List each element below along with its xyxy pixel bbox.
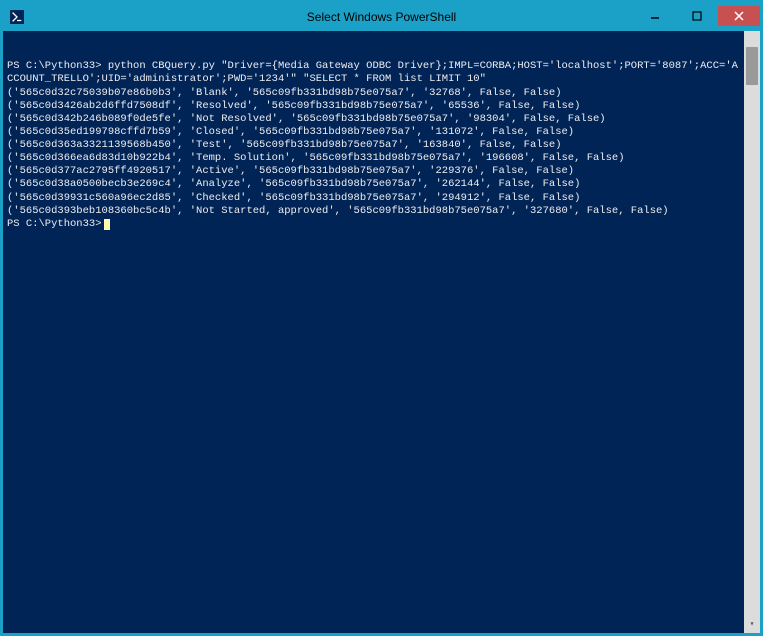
minimize-button[interactable] — [634, 6, 676, 26]
window-title: Select Windows PowerShell — [307, 10, 456, 24]
output-row: ('565c0d363a3321139568b450', 'Test', '56… — [7, 139, 562, 151]
close-button[interactable] — [718, 6, 760, 26]
output-row: ('565c0d342b246b089f0de5fe', 'Not Resolv… — [7, 113, 606, 125]
cursor-icon — [104, 219, 110, 230]
terminal-area[interactable]: PS C:\Python33> python CBQuery.py "Drive… — [3, 31, 760, 633]
command-line: python CBQuery.py "Driver={Media Gateway… — [7, 60, 738, 85]
prompt-path: PS C:\Python33> — [7, 60, 102, 72]
powershell-window: Select Windows PowerShell PS C:\Python33… — [0, 0, 763, 636]
output-row: ('565c0d32c75039b07e86b0b3', 'Blank', '5… — [7, 87, 562, 99]
output-row: ('565c0d35ed199798cffd7b59', 'Closed', '… — [7, 126, 574, 138]
output-row: ('565c0d393beb108360bc5c4b', 'Not Starte… — [7, 205, 669, 217]
scroll-thumb[interactable] — [746, 47, 758, 85]
output-row: ('565c0d377ac2795ff4920517', 'Active', '… — [7, 165, 574, 177]
titlebar[interactable]: Select Windows PowerShell — [3, 3, 760, 31]
output-row: ('565c0d39931c560a96ec2d85', 'Checked', … — [7, 192, 580, 204]
scroll-down-button[interactable]: ▾ — [744, 617, 760, 633]
window-controls — [634, 6, 760, 28]
maximize-button[interactable] — [676, 6, 718, 26]
output-row: ('565c0d38a0500becb3e269c4', 'Analyze', … — [7, 178, 580, 190]
powershell-icon — [9, 9, 25, 25]
terminal-content: PS C:\Python33> python CBQuery.py "Drive… — [7, 60, 760, 231]
prompt-path: PS C:\Python33> — [7, 218, 102, 230]
output-row: ('565c0d3426ab2d6ffd7508df', 'Resolved',… — [7, 100, 580, 112]
output-row: ('565c0d366ea6d83d10b922b4', 'Temp. Solu… — [7, 152, 625, 164]
scrollbar[interactable]: ▴ ▾ — [744, 31, 760, 633]
